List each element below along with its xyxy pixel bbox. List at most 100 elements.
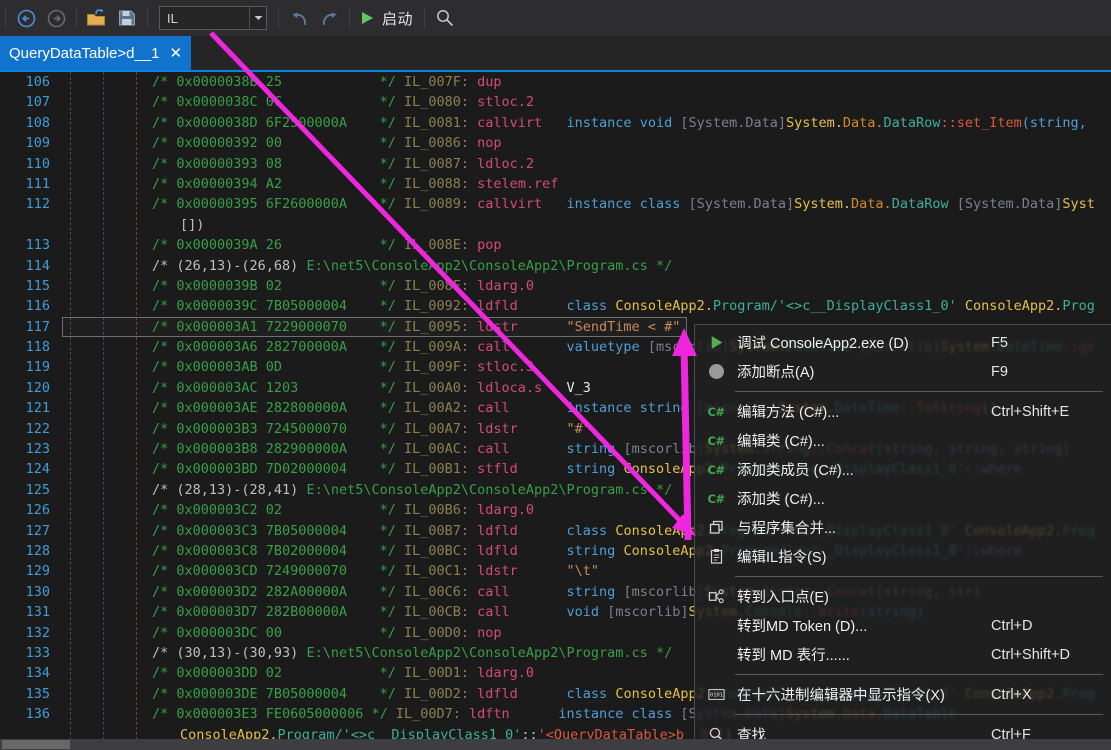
menu-item[interactable]: 调试 ConsoleApp2.exe (D) F5 — [695, 328, 1111, 357]
toolbar-divider-4 — [278, 8, 279, 28]
menu-item[interactable]: C# 编辑方法 (C#)... Ctrl+Shift+E — [695, 397, 1111, 426]
code-token: */ — [379, 400, 404, 417]
menu-separator — [735, 576, 1103, 577]
line-number: 128 — [25, 542, 50, 559]
code-token: /* 0x00000392 00 — [152, 135, 380, 152]
menu-item[interactable]: C# 添加类成员 (C#)... — [695, 455, 1111, 484]
menu-item-label: 添加类成员 (C#)... — [737, 463, 854, 479]
menu-item[interactable]: 转到MD Token (D)... Ctrl+D — [695, 611, 1111, 640]
line-number: 110 — [25, 155, 50, 172]
code-token: /* (28,13)-(28,41) — [152, 481, 307, 498]
close-icon[interactable]: ✕ — [170, 46, 183, 61]
code-token: ::set_Item — [940, 114, 1022, 131]
code-token: /* 0x000003D7 282B00000A — [152, 604, 380, 621]
menu-item[interactable]: 与程序集合并... — [695, 513, 1111, 542]
code-token: System. — [786, 114, 843, 131]
menu-item[interactable]: 0101 在十六进制编辑器中显示指令(X) Ctrl+X — [695, 680, 1111, 709]
svg-text:0101: 0101 — [710, 693, 723, 699]
menu-item-label: 编辑IL指令(S) — [737, 550, 827, 566]
horizontal-scroll-thumb[interactable] — [2, 740, 70, 749]
menu-item[interactable]: 转到 MD 表行...... Ctrl+Shift+D — [695, 640, 1111, 669]
csharp-icon: C# — [695, 397, 737, 426]
code-token: Syst — [1062, 196, 1095, 213]
menu-item[interactable]: 添加断点(A) F9 — [695, 357, 1111, 386]
code-token: ( — [1021, 114, 1030, 131]
code-token: IL_00A0: — [403, 379, 478, 396]
chevron-down-icon[interactable] — [249, 7, 266, 29]
code-token: ldfld — [477, 298, 518, 315]
menu-item-label: 编辑类 (C#)... — [737, 434, 825, 450]
code-token: call — [477, 339, 510, 356]
toolbar-divider-5 — [349, 8, 350, 28]
code-line[interactable]: 107 /* 0x0000038C 0C */ IL_0080: stloc.2 — [0, 92, 1111, 112]
code-token: /* 0x000003B3 7245000070 — [152, 420, 380, 437]
menu-item[interactable]: C# 编辑类 (C#)... — [695, 426, 1111, 455]
code-token: string — [509, 583, 624, 600]
code-line[interactable]: 111 /* 0x00000394 A2 */ IL_0088: stelem.r… — [0, 174, 1111, 194]
forward-button[interactable] — [42, 4, 70, 32]
line-text: /* 0x0000038D 6F2500000A */ IL_0081: cal… — [152, 113, 1095, 133]
toolbar-divider — [5, 8, 6, 28]
code-token: */ — [379, 604, 404, 621]
code-token: call — [477, 441, 510, 458]
code-token: /* 0x000003C2 02 — [152, 502, 380, 519]
code-token: /* 0x000003E3 FE0605000006 — [152, 706, 372, 723]
run-button[interactable]: 启动 — [355, 4, 419, 32]
code-token: DataRow — [891, 196, 957, 213]
code-token: IL_0092: — [403, 298, 478, 315]
play-icon — [695, 328, 737, 357]
menu-item[interactable]: 编辑IL指令(S) — [695, 542, 1111, 571]
back-button[interactable] — [12, 4, 40, 32]
menu-item-shortcut: F9 — [991, 363, 1008, 380]
tab-querydatatable[interactable]: QueryDataTable>d__1 ✕ — [0, 36, 192, 70]
code-line[interactable]: 112 /* 0x00000395 6F2600000A */ IL_0089: … — [0, 194, 1111, 214]
code-token: ldarg.0 — [477, 502, 535, 519]
code-line[interactable]: 116 /* 0x0000039C 7B05000004 */ IL_0092: … — [0, 296, 1111, 316]
code-line[interactable]: 113 /* 0x0000039A 26 */ IL_008E: pop — [0, 235, 1111, 255]
code-line[interactable]: []) — [0, 215, 1111, 235]
code-line[interactable]: 106 /* 0x0000038B 25 */ IL_007F: dup — [0, 72, 1111, 92]
line-number: 120 — [25, 379, 50, 396]
undo-button[interactable] — [285, 4, 313, 32]
play-icon — [362, 12, 373, 24]
main-toolbar: IL 启动 — [0, 0, 1111, 36]
line-number: 122 — [25, 420, 50, 437]
code-token: IL_0089: — [403, 196, 478, 213]
horizontal-scrollbar[interactable] — [0, 739, 1111, 750]
menu-item[interactable]: C# 添加类 (C#)... — [695, 484, 1111, 513]
search-button[interactable] — [431, 4, 459, 32]
code-token: */ — [379, 135, 404, 152]
language-combo[interactable]: IL — [159, 6, 267, 30]
redo-button[interactable] — [315, 4, 343, 32]
code-token: call — [477, 400, 510, 417]
line-text: /* 0x0000039C 7B05000004 */ IL_0092: ldf… — [152, 296, 1095, 316]
code-token: nop — [477, 624, 502, 641]
code-token: */ — [379, 502, 404, 519]
app-window: IL 启动 QueryDataTable>d__1 ✕ 106 /* 0x000… — [0, 0, 1111, 750]
menu-item-label: 与程序集合并... — [737, 521, 837, 537]
code-line[interactable]: 109 /* 0x00000392 00 */ IL_0086: nop — [0, 133, 1111, 153]
code-token: valuetype — [509, 339, 648, 356]
line-text: /* (26,13)-(26,68) E:\net5\ConsoleApp2\C… — [152, 256, 672, 276]
save-icon — [119, 10, 135, 26]
code-token: string, — [1029, 114, 1095, 131]
menu-item-label: 转到入口点(E) — [737, 590, 829, 606]
code-token: call — [477, 604, 510, 621]
code-line[interactable]: 114 /* (26,13)-(26,68) E:\net5\ConsoleApp… — [0, 256, 1111, 276]
open-file-button[interactable] — [83, 4, 111, 32]
code-token: "SendTime < #" — [517, 318, 681, 335]
line-number: 114 — [25, 257, 50, 274]
code-line[interactable]: 110 /* 0x00000393 08 */ IL_0087: ldloc.2 — [0, 154, 1111, 174]
code-token: instance class — [509, 706, 681, 723]
code-line[interactable]: 108 /* 0x0000038D 6F2500000A */ IL_0081: … — [0, 113, 1111, 133]
edit-il-icon — [695, 542, 737, 571]
code-token: instance class — [542, 196, 689, 213]
save-button[interactable] — [113, 4, 141, 32]
code-token: [System.Data] — [688, 196, 795, 213]
code-line[interactable]: 115 /* 0x0000039B 02 */ IL_008F: ldarg.0 — [0, 276, 1111, 296]
code-token: [mscorlib] — [623, 583, 705, 600]
menu-item[interactable]: 转到入口点(E) — [695, 582, 1111, 611]
context-menu[interactable]: 调试 ConsoleApp2.exe (D) F5 添加断点(A) F9 C# 编辑方法 … — [694, 324, 1111, 750]
line-number: 107 — [25, 94, 50, 111]
code-token: IL_00BC: — [403, 542, 478, 559]
